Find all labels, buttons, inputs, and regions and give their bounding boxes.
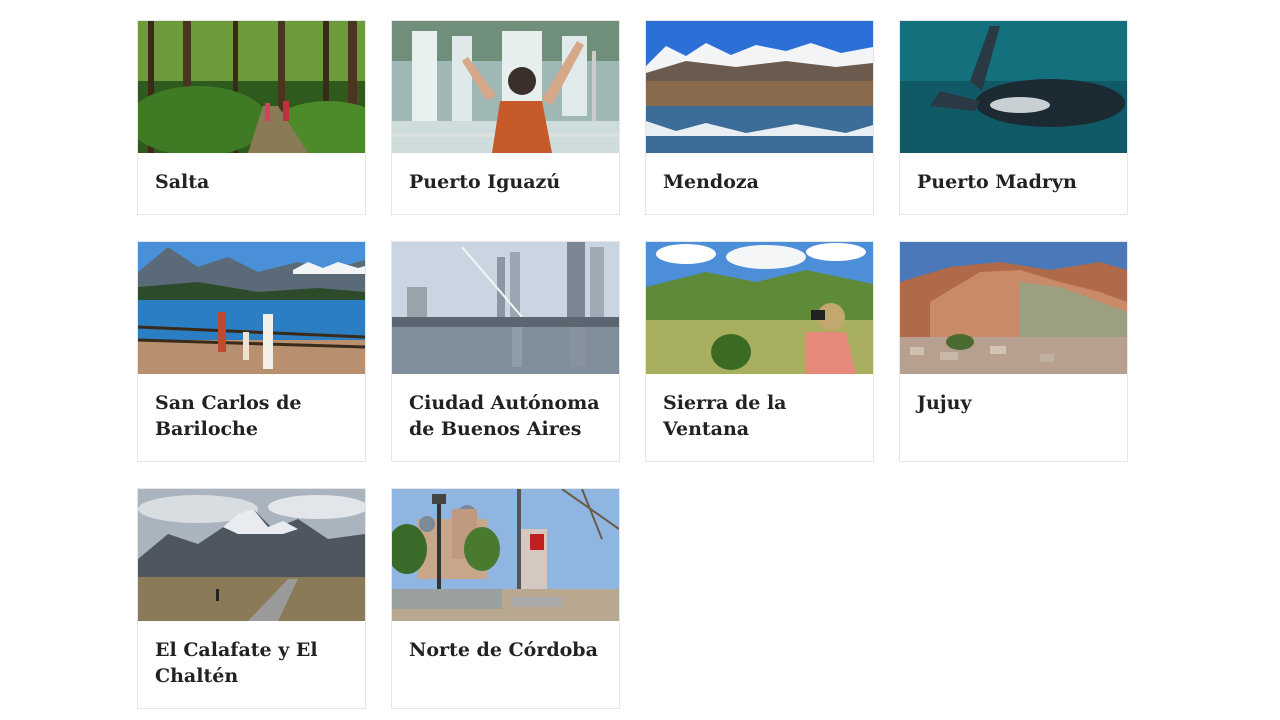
destinations-grid: Salta Puerto Iguazú Mendoza Puerto Madry… bbox=[137, 20, 1129, 709]
destination-card-puerto-iguazu[interactable]: Puerto Iguazú bbox=[391, 20, 620, 215]
destination-title: Mendoza bbox=[663, 171, 759, 193]
destination-card-buenos-aires[interactable]: Ciudad Autónoma de Buenos Aires bbox=[391, 241, 620, 462]
destination-card-salta[interactable]: Salta bbox=[137, 20, 366, 215]
town-plaza-church-photo bbox=[392, 489, 619, 621]
destination-title: El Calafate y El Chaltén bbox=[155, 639, 318, 687]
destination-title: Salta bbox=[155, 171, 210, 193]
waterfall-boat-photo bbox=[392, 21, 619, 153]
destination-title: Jujuy bbox=[917, 392, 972, 414]
destination-title: San Carlos de Bariloche bbox=[155, 392, 302, 440]
lake-viewpoint-photo bbox=[138, 242, 365, 374]
destination-card-norte-cordoba[interactable]: Norte de Córdoba bbox=[391, 488, 620, 709]
whale-ocean-photo bbox=[900, 21, 1127, 153]
destination-title: Puerto Iguazú bbox=[409, 171, 561, 193]
forest-hikers-photo bbox=[138, 21, 365, 153]
fitz-roy-road-photo bbox=[138, 489, 365, 621]
destination-title: Norte de Córdoba bbox=[409, 639, 598, 661]
destination-title: Sierra de la Ventana bbox=[663, 392, 787, 440]
green-hills-binoculars-photo bbox=[646, 242, 873, 374]
destination-card-el-calafate[interactable]: El Calafate y El Chaltén bbox=[137, 488, 366, 709]
snowy-mountains-lake-photo bbox=[646, 21, 873, 153]
city-bridge-photo bbox=[392, 242, 619, 374]
destination-card-mendoza[interactable]: Mendoza bbox=[645, 20, 874, 215]
destination-card-jujuy[interactable]: Jujuy bbox=[899, 241, 1128, 462]
destination-card-puerto-madryn[interactable]: Puerto Madryn bbox=[899, 20, 1128, 215]
destination-card-sierra-ventana[interactable]: Sierra de la Ventana bbox=[645, 241, 874, 462]
colored-hill-village-photo bbox=[900, 242, 1127, 374]
destination-card-bariloche[interactable]: San Carlos de Bariloche bbox=[137, 241, 366, 462]
destination-title: Ciudad Autónoma de Buenos Aires bbox=[409, 392, 600, 440]
destination-title: Puerto Madryn bbox=[917, 171, 1077, 193]
